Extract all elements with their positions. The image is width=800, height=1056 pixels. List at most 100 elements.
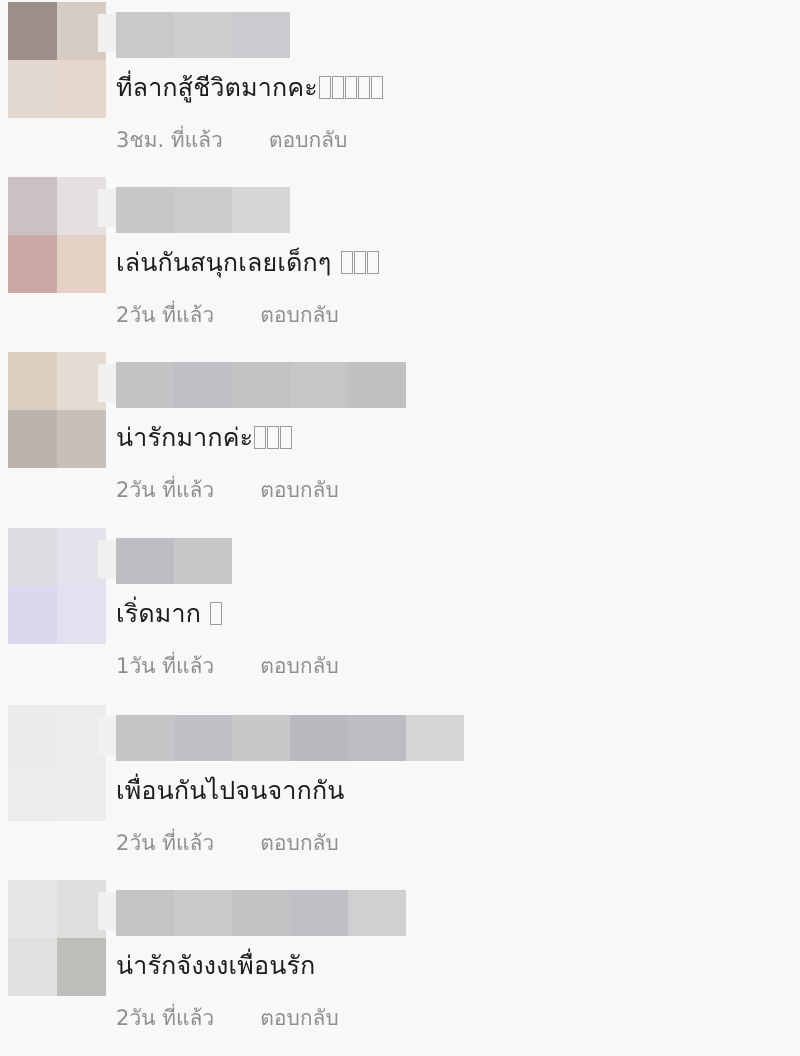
comment-text-content: ที่ลากสู้ชีวิตมากคะ — [116, 73, 318, 102]
reply-button[interactable]: ตอบกลับ — [260, 650, 339, 683]
avatar-pixel — [8, 763, 57, 821]
avatar-pixel — [8, 938, 57, 996]
name-blur-block — [232, 362, 290, 408]
name-blur-block — [232, 715, 290, 761]
avatar-pixel — [8, 2, 57, 60]
name-blur-block — [348, 890, 406, 936]
emoji-placeholder-icons — [340, 248, 379, 277]
comment-text-content: เพื่อนกันไปจนจากกัน — [116, 776, 345, 805]
name-blur-block — [116, 715, 174, 761]
avatar-pixel — [8, 410, 57, 468]
comment-text-content: เล่นกันสนุกเลยเด็กๆ — [116, 248, 340, 277]
name-blur-block — [290, 362, 348, 408]
name-blur-block — [232, 890, 290, 936]
commenter-name-redacted[interactable] — [98, 538, 232, 584]
name-blur-block — [348, 715, 406, 761]
avatar-pixel — [57, 410, 106, 468]
reply-button[interactable]: ตอบกลับ — [260, 827, 339, 860]
comment-text-content: น่ารักจังงงเพื่อนรัก — [116, 951, 316, 980]
avatar-pixel — [57, 763, 106, 821]
comment-text: ที่ลากสู้ชีวิตมากคะ — [116, 68, 383, 108]
comment-item: เริ่ดมาก 1วัน ที่แล้ว ตอบกลับ — [0, 528, 800, 698]
commenter-name-redacted[interactable] — [98, 12, 290, 58]
comment-meta: 2วัน ที่แล้ว ตอบกลับ — [116, 299, 339, 332]
emoji-placeholder-icons — [209, 599, 223, 628]
avatar-pixel — [57, 938, 106, 996]
avatar-pixel — [8, 586, 57, 644]
reply-button[interactable]: ตอบกลับ — [260, 1002, 339, 1035]
comment-item: น่ารักจังงงเพื่อนรัก 2วัน ที่แล้ว ตอบกลับ — [0, 880, 800, 1050]
commenter-name-redacted[interactable] — [98, 715, 464, 761]
missing-emoji-icon — [353, 251, 366, 274]
comment-timestamp: 3ชม. ที่แล้ว — [116, 128, 223, 152]
avatar[interactable] — [8, 880, 106, 996]
reply-button[interactable]: ตอบกลับ — [269, 124, 348, 157]
avatar-pixel — [8, 235, 57, 293]
comment-meta: 1วัน ที่แล้ว ตอบกลับ — [116, 650, 339, 683]
comment-text-content: น่ารักมากค่ะ — [116, 423, 254, 452]
avatar[interactable] — [8, 705, 106, 821]
name-blur-block — [232, 12, 290, 58]
name-blur-block — [174, 187, 232, 233]
name-blur-block — [174, 362, 232, 408]
comment-timestamp: 2วัน ที่แล้ว — [116, 1006, 215, 1030]
comment-meta: 2วัน ที่แล้ว ตอบกลับ — [116, 827, 339, 860]
commenter-name-redacted[interactable] — [98, 890, 406, 936]
comment-text: เล่นกันสนุกเลยเด็กๆ — [116, 243, 379, 283]
comment-item: เล่นกันสนุกเลยเด็กๆ 2วัน ที่แล้ว ตอบกลับ — [0, 177, 800, 347]
comment-item: เพื่อนกันไปจนจากกัน 2วัน ที่แล้ว ตอบกลับ — [0, 705, 800, 875]
reply-button[interactable]: ตอบกลับ — [260, 474, 339, 507]
commenter-name-redacted[interactable] — [98, 362, 406, 408]
missing-emoji-icon — [344, 76, 357, 99]
missing-emoji-icon — [370, 76, 383, 99]
missing-emoji-icon — [331, 76, 344, 99]
avatar-pixel — [8, 352, 57, 410]
name-blur-block — [174, 538, 232, 584]
name-blur-block — [116, 890, 174, 936]
name-blur-block — [116, 187, 174, 233]
comment-text: เริ่ดมาก — [116, 594, 223, 634]
name-blur-block — [174, 715, 232, 761]
comment-meta: 2วัน ที่แล้ว ตอบกลับ — [116, 1002, 339, 1035]
comment-timestamp: 1วัน ที่แล้ว — [116, 654, 215, 678]
avatar-pixel — [8, 60, 57, 118]
missing-emoji-icon — [340, 251, 353, 274]
name-blur-block — [116, 12, 174, 58]
name-blur-block — [116, 362, 174, 408]
avatar[interactable] — [8, 2, 106, 118]
comment-text: น่ารักจังงงเพื่อนรัก — [116, 946, 315, 986]
avatar-pixel — [8, 528, 57, 586]
comment-text: เพื่อนกันไปจนจากกัน — [116, 771, 345, 811]
name-blur-block — [290, 715, 348, 761]
name-blur-block — [290, 890, 348, 936]
name-blur-block — [406, 715, 464, 761]
name-blur-block — [174, 890, 232, 936]
avatar-pixel — [57, 586, 106, 644]
commenter-name-redacted[interactable] — [98, 187, 290, 233]
missing-emoji-icon — [280, 426, 293, 449]
avatar-pixel — [8, 177, 57, 235]
comment-item: ที่ลากสู้ชีวิตมากคะ 3ชม. ที่แล้ว ตอบกลับ — [0, 2, 800, 172]
avatar-pixel — [8, 880, 57, 938]
comment-timestamp: 2วัน ที่แล้ว — [116, 303, 215, 327]
name-blur-block — [174, 12, 232, 58]
avatar-pixel — [57, 235, 106, 293]
missing-emoji-icon — [366, 251, 379, 274]
avatar-pixel — [8, 705, 57, 763]
comment-meta: 2วัน ที่แล้ว ตอบกลับ — [116, 474, 339, 507]
comment-item: น่ารักมากค่ะ 2วัน ที่แล้ว ตอบกลับ — [0, 352, 800, 522]
emoji-placeholder-icons — [253, 423, 293, 452]
reply-button[interactable]: ตอบกลับ — [260, 299, 339, 332]
missing-emoji-icon — [267, 426, 280, 449]
avatar[interactable] — [8, 528, 106, 644]
comment-text: น่ารักมากค่ะ — [116, 418, 293, 458]
missing-emoji-icon — [210, 602, 223, 625]
comment-text-content: เริ่ดมาก — [116, 599, 210, 628]
avatar[interactable] — [8, 177, 106, 293]
name-blur-block — [116, 538, 174, 584]
missing-emoji-icon — [318, 76, 331, 99]
comment-meta: 3ชม. ที่แล้ว ตอบกลับ — [116, 124, 347, 157]
name-blur-block — [348, 362, 406, 408]
comment-timestamp: 2วัน ที่แล้ว — [116, 831, 215, 855]
avatar[interactable] — [8, 352, 106, 468]
